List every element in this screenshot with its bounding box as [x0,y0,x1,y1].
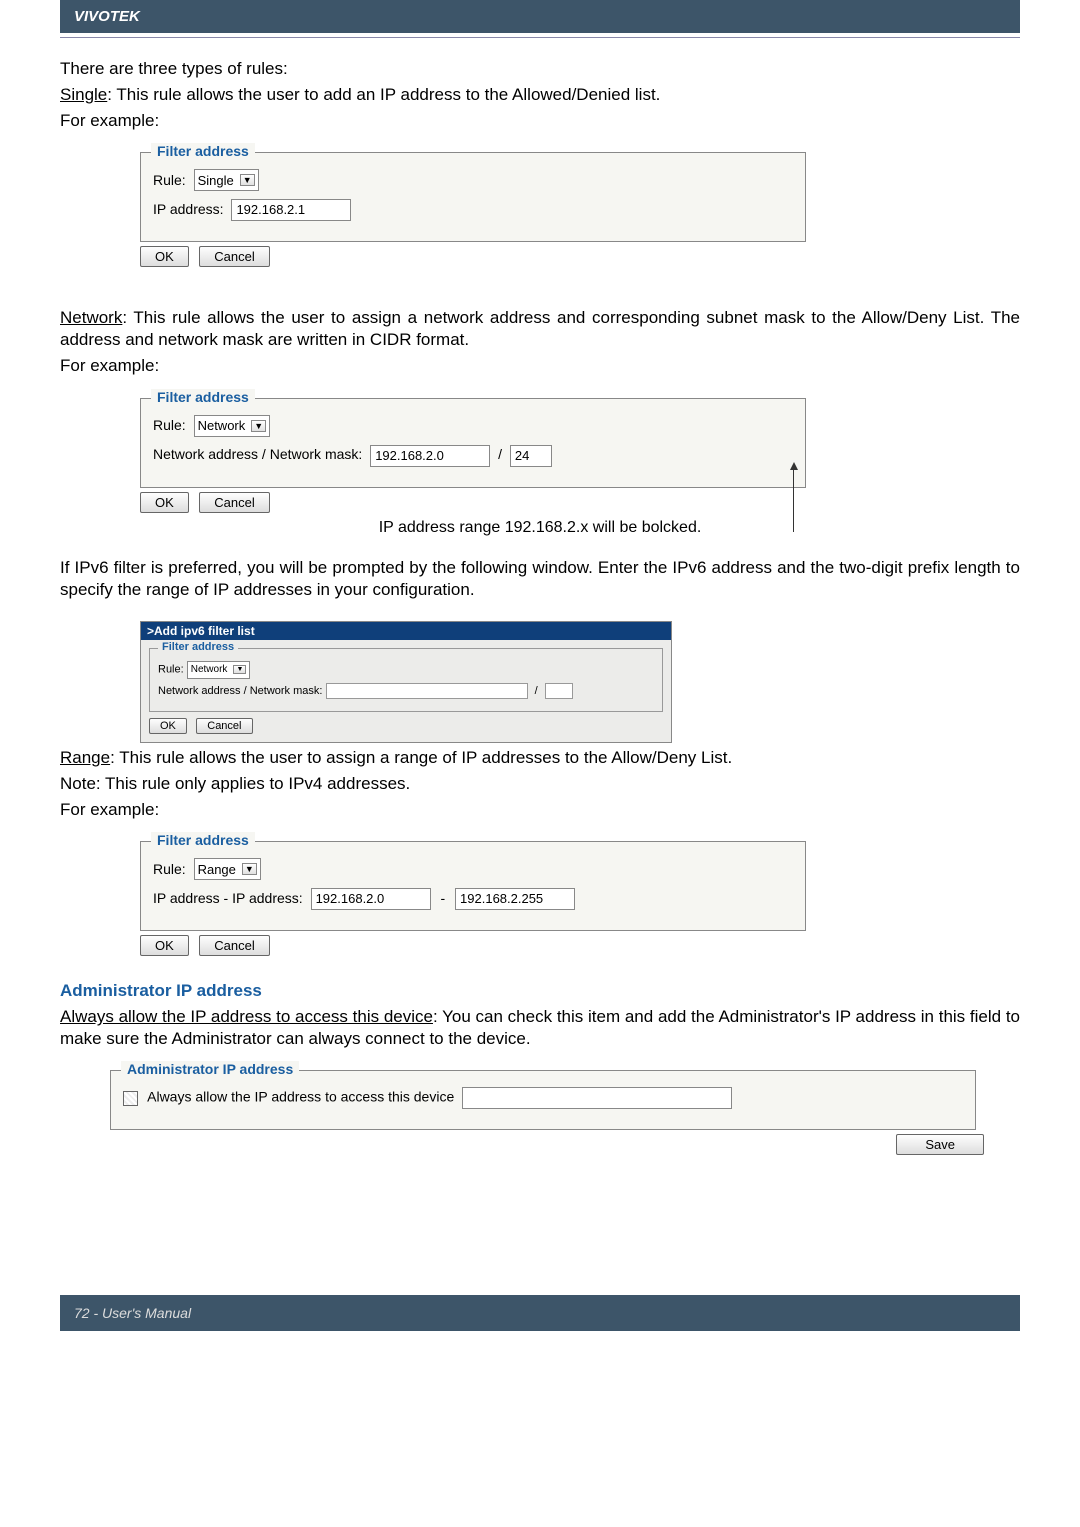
cancel-button[interactable]: Cancel [196,718,252,734]
ip-label: IP address: [153,201,224,217]
admin-legend: Administrator IP address [121,1061,299,1077]
ipv6-prefix-input[interactable] [545,683,573,699]
rule-label: Rule: [153,172,186,188]
ip-input[interactable]: 192.168.2.1 [231,199,351,221]
chevron-down-icon: ▼ [242,863,257,875]
single-legend: Filter address [151,143,255,159]
ipv6-rule-value: Network [191,664,228,675]
brand-header: VIVOTEK [60,0,1020,33]
admin-ip-input[interactable] [462,1087,732,1109]
admin-para-label: Always allow the IP address to access th… [60,1007,433,1026]
admin-allow-checkbox[interactable] [123,1091,138,1106]
admin-para: Always allow the IP address to access th… [60,1006,1020,1050]
range-rest: : This rule allows the user to assign a … [110,748,732,767]
header-rule [60,37,1020,38]
callout-arrow [793,468,794,532]
rule-select-value-range: Range [198,862,236,877]
single-label: Single [60,85,107,104]
intro-single: Single: This rule allows the user to add… [60,84,1020,106]
rule-select-network[interactable]: Network ▼ [194,415,271,437]
slash-separator: / [535,685,538,697]
rule-label-range: Rule: [153,861,186,877]
ipv6-rule-label: Rule: [158,663,184,675]
rule-select-value-net: Network [198,418,246,433]
net-mask-input[interactable]: 24 [510,445,552,467]
ok-button[interactable]: OK [140,492,189,513]
rule-select-range[interactable]: Range ▼ [194,858,261,880]
admin-heading: Administrator IP address [60,980,1020,1002]
chevron-down-icon: ▼ [251,420,266,432]
range-to-input[interactable]: 192.168.2.255 [455,888,575,910]
range-note: Note: This rule only applies to IPv4 add… [60,773,1020,795]
network-label: Network [60,308,122,327]
ipv6-title: >Add ipv6 filter list [141,622,671,640]
ipv6-rule-select[interactable]: Network ▼ [187,661,251,679]
range-from-input[interactable]: 192.168.2.0 [311,888,431,910]
admin-checkbox-label: Always allow the IP address to access th… [147,1089,454,1105]
chevron-down-icon: ▼ [233,665,246,674]
ipv6-dialog: >Add ipv6 filter list Filter address Rul… [140,621,672,743]
ipv6-mask-label: Network address / Network mask: [158,685,322,697]
rule-label-net: Rule: [153,417,186,433]
rule-select-value: Single [198,173,234,188]
ok-button[interactable]: OK [140,246,189,267]
network-annotation: IP address range 192.168.2.x will be bol… [0,519,1080,537]
cancel-button[interactable]: Cancel [199,492,269,513]
range-ip-label: IP address - IP address: [153,890,303,906]
cancel-button[interactable]: Cancel [199,935,269,956]
save-button[interactable]: Save [896,1134,984,1155]
slash-separator: / [498,446,502,462]
single-rest: : This rule allows the user to add an IP… [107,85,660,104]
page-footer: 72 - User's Manual [60,1295,1020,1331]
net-addr-input[interactable]: 192.168.2.0 [370,445,490,467]
range-filter-group: Filter address Rule: Range ▼ IP address … [140,841,806,931]
network-filter-group: Filter address Rule: Network ▼ Network a… [140,398,806,488]
ipv6-para: If IPv6 filter is preferred, you will be… [60,557,1020,601]
admin-ip-group: Administrator IP address Always allow th… [110,1070,976,1130]
network-legend: Filter address [151,389,255,405]
ipv6-addr-input[interactable] [326,683,528,699]
network-para: Network: This rule allows the user to as… [60,307,1020,351]
ipv6-legend: Filter address [158,641,238,653]
network-rest: : This rule allows the user to assign a … [60,308,1020,349]
chevron-down-icon: ▼ [240,174,255,186]
intro-line: There are three types of rules: [60,58,1020,80]
range-legend: Filter address [151,832,255,848]
single-filter-group: Filter address Rule: Single ▼ IP address… [140,152,806,242]
for-example-1: For example: [60,110,1020,132]
for-example-3: For example: [60,799,1020,821]
range-label: Range [60,748,110,767]
netmask-label: Network address / Network mask: [153,446,362,462]
rule-select-single[interactable]: Single ▼ [194,169,259,191]
dash-separator: - [440,890,445,906]
range-para-1: Range: This rule allows the user to assi… [60,747,1020,769]
for-example-2: For example: [60,355,1020,377]
ok-button[interactable]: OK [149,718,187,734]
ok-button[interactable]: OK [140,935,189,956]
cancel-button[interactable]: Cancel [199,246,269,267]
